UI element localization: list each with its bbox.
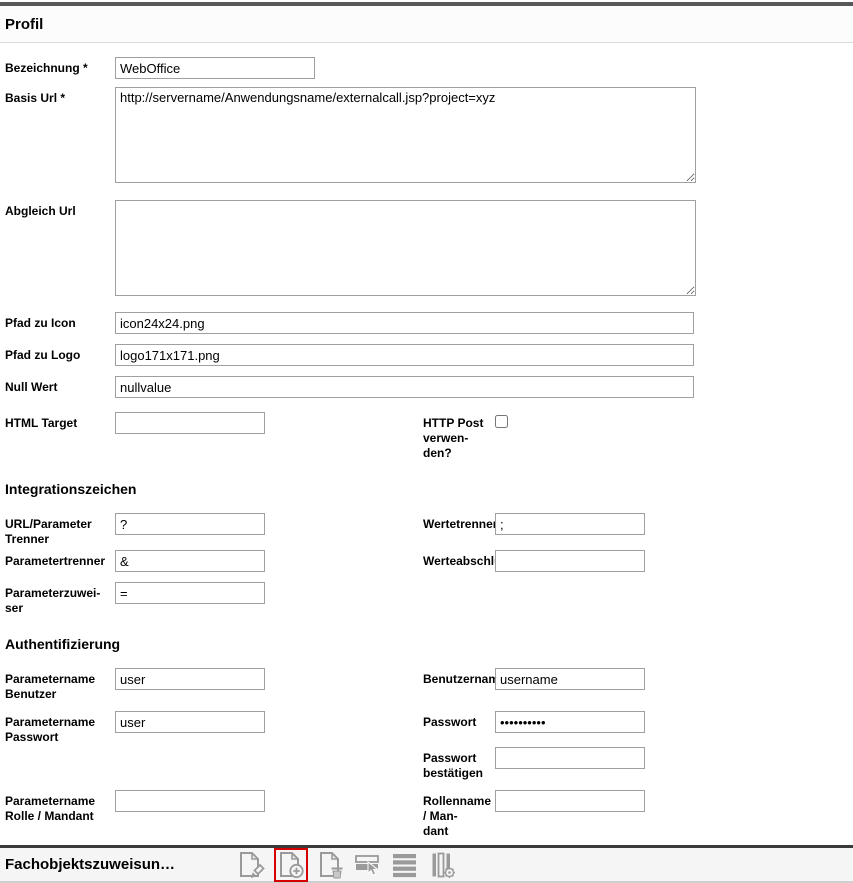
footer-section-title: Fachobjektszuweisun… bbox=[5, 856, 237, 873]
footer-bar: Fachobjektszuweisun… bbox=[0, 845, 853, 883]
add-document-icon bbox=[277, 851, 305, 879]
edit-document-button[interactable] bbox=[237, 851, 265, 879]
wertetrenner-label: Wertetrenner bbox=[423, 513, 495, 532]
delete-document-button[interactable] bbox=[317, 851, 345, 879]
section-heading-authentifizierung: Authentifizierung bbox=[5, 636, 848, 652]
edit-document-icon bbox=[237, 851, 265, 879]
add-document-button[interactable] bbox=[274, 848, 308, 882]
section-heading-integrationszeichen: Integrationszeichen bbox=[5, 481, 848, 497]
passwort-bestaetigen-input[interactable] bbox=[495, 747, 645, 769]
profile-form: Bezeichnung * Basis Url * http://servern… bbox=[0, 43, 853, 839]
basis-url-textarea[interactable]: http://servername/Anwendungsname/externa… bbox=[115, 87, 696, 183]
pfad-zu-logo-input[interactable] bbox=[115, 344, 694, 366]
parametername-rolle-input[interactable] bbox=[115, 790, 265, 812]
rollenname-mandant-label: Rollenname / Man- dant bbox=[423, 790, 495, 839]
http-post-checkbox[interactable] bbox=[495, 415, 508, 428]
parametername-benutzer-input[interactable] bbox=[115, 668, 265, 690]
delete-document-icon bbox=[317, 851, 345, 879]
abgleich-url-label: Abgleich Url bbox=[5, 200, 115, 219]
footer-toolbar bbox=[237, 848, 456, 882]
benutzername-input[interactable] bbox=[495, 668, 645, 690]
pfad-zu-icon-input[interactable] bbox=[115, 312, 694, 334]
parametername-rolle-label: Parametername Rolle / Mandant bbox=[5, 790, 115, 824]
abgleich-url-textarea[interactable] bbox=[115, 200, 696, 296]
column-settings-icon bbox=[428, 851, 456, 879]
wertetrenner-input[interactable] bbox=[495, 513, 645, 535]
rollenname-mandant-input[interactable] bbox=[495, 790, 645, 812]
parametertrenner-label: Parametertrenner bbox=[5, 550, 115, 569]
passwort-input[interactable] bbox=[495, 711, 645, 733]
parametername-benutzer-label: Parametername Benutzer bbox=[5, 668, 115, 702]
parametername-passwort-input[interactable] bbox=[115, 711, 265, 733]
parameterzuweiser-input[interactable] bbox=[115, 582, 265, 604]
benutzername-label: Benutzername bbox=[423, 668, 495, 687]
parametername-passwort-label: Parametername Passwort bbox=[5, 711, 115, 745]
werteabschluss-label: Werteabschluss bbox=[423, 550, 495, 569]
html-target-input[interactable] bbox=[115, 412, 265, 434]
pfad-zu-logo-label: Pfad zu Logo bbox=[5, 344, 115, 363]
bezeichnung-input[interactable] bbox=[115, 57, 315, 79]
column-settings-button[interactable] bbox=[428, 851, 456, 879]
url-parameter-trenner-label: URL/Parameter Trenner bbox=[5, 513, 115, 547]
passwort-label: Passwort bbox=[423, 711, 495, 730]
url-parameter-trenner-input[interactable] bbox=[115, 513, 265, 535]
null-wert-input[interactable] bbox=[115, 376, 694, 398]
page-title: Profil bbox=[0, 6, 853, 43]
select-rows-icon bbox=[354, 851, 382, 879]
bezeichnung-label: Bezeichnung * bbox=[5, 57, 115, 76]
pfad-zu-icon-label: Pfad zu Icon bbox=[5, 312, 115, 331]
list-view-button[interactable] bbox=[391, 851, 419, 879]
parametertrenner-input[interactable] bbox=[115, 550, 265, 572]
list-view-icon bbox=[391, 851, 419, 879]
passwort-bestaetigen-label: Passwort bestätigen bbox=[423, 747, 495, 781]
werteabschluss-input[interactable] bbox=[495, 550, 645, 572]
select-rows-button[interactable] bbox=[354, 851, 382, 879]
html-target-label: HTML Target bbox=[5, 412, 115, 431]
parameterzuweiser-label: Parameterzuwei- ser bbox=[5, 582, 115, 616]
http-post-label: HTTP Post verwen- den? bbox=[423, 412, 495, 461]
basis-url-label: Basis Url * bbox=[5, 87, 115, 106]
null-wert-label: Null Wert bbox=[5, 376, 115, 395]
